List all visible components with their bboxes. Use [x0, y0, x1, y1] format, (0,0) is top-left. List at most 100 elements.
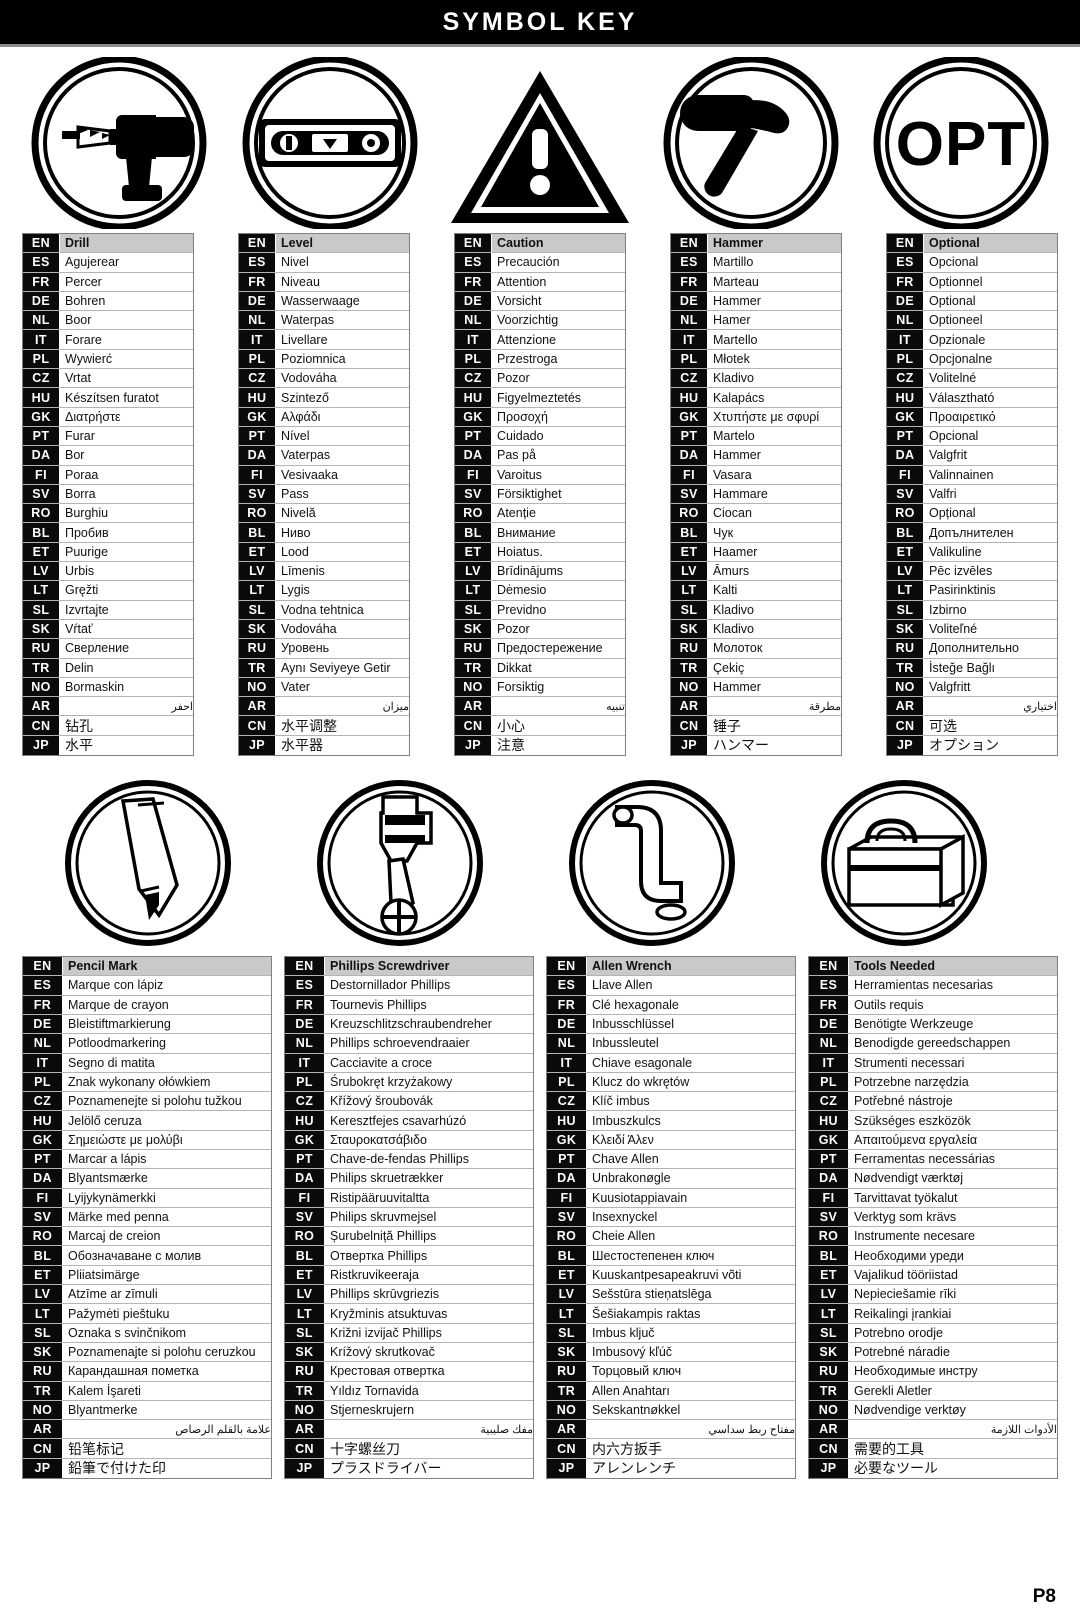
table-row: FR Attention: [455, 272, 625, 292]
term-hu: Imbuszkulcs: [587, 1111, 795, 1130]
term-et: Vajalikud tööriistad: [849, 1265, 1057, 1285]
term-sk: Potrebné náradie: [849, 1342, 1057, 1362]
term-cn: 需要的工具: [849, 1439, 1057, 1458]
table-row: JP 鉛筆で付けた印: [23, 1458, 271, 1479]
table-row: FR Niveau: [239, 272, 409, 292]
term-pt: Chave-de-fendas Phillips: [325, 1149, 533, 1169]
language-code-ar: AR: [671, 697, 708, 716]
table-row: SK Voliteľné: [887, 619, 1057, 640]
language-code-ro: RO: [671, 504, 708, 523]
term-tr: Allen Anahtarı: [587, 1381, 795, 1400]
language-code-de: DE: [809, 1014, 849, 1034]
table-row: DE Bleistiftmarkierung: [23, 1014, 271, 1035]
term-da: Bor: [60, 446, 193, 465]
language-code-jp: JP: [285, 1458, 325, 1479]
table-row: JP 水平: [23, 735, 193, 756]
table-row: LT Pažymėti pieštuku: [23, 1304, 271, 1324]
term-no: Hammer: [708, 677, 841, 697]
table-row: LV Brīdinājums: [455, 562, 625, 582]
table-row: DE Inbusschlüssel: [547, 1014, 795, 1035]
term-hu: Jelölő ceruza: [63, 1111, 271, 1130]
term-sv: Märke med penna: [63, 1207, 271, 1227]
table-row: ET Vajalikud tööriistad: [809, 1265, 1057, 1286]
language-code-jp: JP: [671, 735, 708, 756]
term-sl: Oznaka s svinčnikom: [63, 1323, 271, 1342]
table-row: TR Gerekli Aletler: [809, 1381, 1057, 1401]
table-row: SV Borra: [23, 484, 193, 505]
language-code-pl: PL: [547, 1072, 587, 1092]
term-sv: Försiktighet: [492, 484, 625, 504]
page-header: SYMBOL KEY: [0, 0, 1080, 44]
term-fi: Vasara: [708, 465, 841, 484]
language-code-es: ES: [23, 253, 60, 272]
table-caution: EN Caution ES Precaución FR Attention DE Vorsic…: [454, 233, 626, 757]
table-row: PT Ferramentas necessárias: [809, 1149, 1057, 1170]
language-code-ru: RU: [671, 639, 708, 658]
icon-row-bottom: [0, 756, 1080, 956]
optional-opt-icon: OPT: [864, 57, 1058, 229]
table-row: HU Szintező: [239, 388, 409, 408]
table-row: HU Készítsen furatot: [23, 388, 193, 408]
term-ar: تنبيه: [492, 697, 625, 716]
term-pt: Chave Allen: [587, 1149, 795, 1169]
language-code-lv: LV: [455, 562, 492, 581]
language-code-nl: NL: [887, 311, 924, 330]
term-gk: Σημειώστε με μολύβι: [63, 1130, 271, 1149]
language-code-lt: LT: [887, 581, 924, 600]
table-row: LT Kryžminis atsuktuvas: [285, 1304, 533, 1324]
table-row: CZ Kladivo: [671, 369, 841, 389]
table-row: ES Agujerear: [23, 253, 193, 273]
language-code-cn: CN: [547, 1439, 587, 1458]
term-hu: Szükséges eszközök: [849, 1111, 1057, 1130]
language-code-de: DE: [671, 291, 708, 311]
term-no: Forsiktig: [492, 677, 625, 697]
term-et: Hoiatus.: [492, 542, 625, 562]
language-code-sk: SK: [239, 619, 276, 639]
language-code-ru: RU: [547, 1362, 587, 1381]
term-ar: مفك صليبية: [325, 1420, 533, 1439]
language-code-de: DE: [887, 291, 924, 311]
term-bl: Обозначаване с молив: [63, 1246, 271, 1265]
table-pencil-mark: EN Pencil Mark ES Marque con lápiz FR Marque …: [22, 956, 272, 1480]
term-fr: Optionnel: [924, 272, 1057, 291]
term-de: Bleistiftmarkierung: [63, 1014, 271, 1034]
table-row: RU Необходимые инстру: [809, 1362, 1057, 1382]
language-code-ru: RU: [809, 1362, 849, 1381]
table-row: HU Imbuszkulcs: [547, 1111, 795, 1131]
language-code-da: DA: [887, 446, 924, 465]
term-tr: Kalem İşareti: [63, 1381, 271, 1400]
language-code-hu: HU: [809, 1111, 849, 1130]
language-code-pl: PL: [809, 1072, 849, 1092]
table-optional: EN Optional ES Opcional FR Optionnel DE Optiona…: [886, 233, 1058, 757]
language-code-de: DE: [547, 1014, 587, 1034]
language-code-sv: SV: [547, 1207, 587, 1227]
table-row: ES Nivel: [239, 253, 409, 273]
language-code-ro: RO: [809, 1227, 849, 1246]
language-code-es: ES: [455, 253, 492, 272]
term-sk: Vŕtať: [60, 619, 193, 639]
term-de: Wasserwaage: [276, 291, 409, 311]
term-fi: Ristipääruuvitaltta: [325, 1188, 533, 1207]
table-row: CZ Klíč imbus: [547, 1092, 795, 1112]
term-hu: Szintező: [276, 388, 409, 407]
language-code-sl: SL: [23, 1323, 63, 1342]
language-code-it: IT: [239, 330, 276, 349]
table-row: IT Chiave esagonale: [547, 1053, 795, 1073]
table-row: SV Insexnyckel: [547, 1207, 795, 1228]
table-row: EN Drill: [23, 234, 193, 254]
term-fr: Clé hexagonale: [587, 995, 795, 1014]
term-sv: Verktyg som krävs: [849, 1207, 1057, 1227]
term-ar: الأدوات اللازمة: [849, 1420, 1057, 1439]
table-row: JP アレンレンチ: [547, 1458, 795, 1479]
term-fi: Valinnainen: [924, 465, 1057, 484]
table-row: BL Ниво: [239, 523, 409, 543]
term-cn: 水平调整: [276, 716, 409, 735]
table-row: SL Vodna tehtnica: [239, 600, 409, 620]
language-code-no: NO: [455, 677, 492, 697]
language-code-en: EN: [285, 957, 325, 976]
term-ar: مفتاح ربط سداسي: [587, 1420, 795, 1439]
table-row: CN 内六方扳手: [547, 1439, 795, 1459]
language-code-et: ET: [23, 542, 60, 562]
table-row: FI Kuusiotappiavain: [547, 1188, 795, 1208]
term-en: Pencil Mark: [63, 957, 271, 976]
